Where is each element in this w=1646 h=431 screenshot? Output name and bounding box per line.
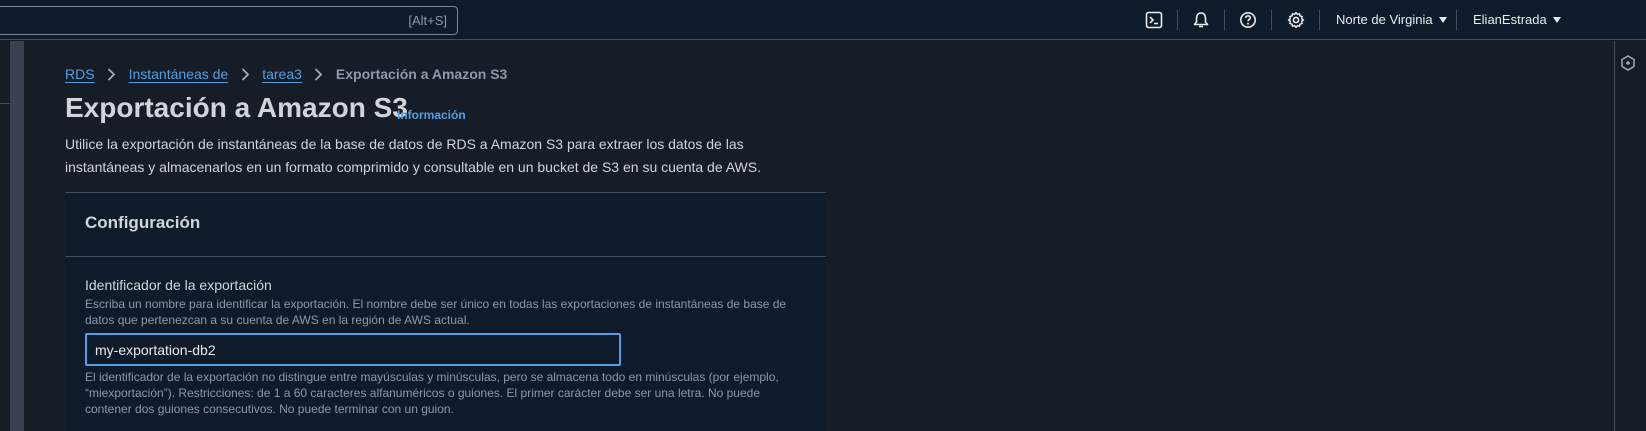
breadcrumb-link-rds[interactable]: RDS <box>65 66 95 82</box>
info-link[interactable]: Información <box>397 108 466 122</box>
export-id-input[interactable] <box>85 333 621 366</box>
chevron-right-icon <box>95 67 129 81</box>
help-icon[interactable] <box>1237 9 1259 31</box>
cloudshell-icon[interactable] <box>1143 9 1165 31</box>
settings-icon[interactable] <box>1285 9 1307 31</box>
export-id-label: Identificador de la exportación <box>85 277 272 293</box>
top-navigation: [Alt+S] Norte de Virginia ElianEstrada <box>0 0 1646 40</box>
page-description: Utilice la exportación de instantáneas d… <box>65 136 761 175</box>
chevron-right-icon <box>228 67 262 81</box>
export-id-constraint: El identificador de la exportación no di… <box>85 370 779 416</box>
user-menu[interactable]: ElianEstrada <box>1473 12 1561 27</box>
bell-icon[interactable] <box>1190 9 1212 31</box>
configuration-container: Configuración Identificador de la export… <box>65 192 826 431</box>
breadcrumb-link-snapshot[interactable]: tarea3 <box>262 66 302 82</box>
search-bar[interactable]: [Alt+S] <box>0 6 458 35</box>
page-title: Exportación a Amazon S3 <box>65 92 408 123</box>
region-label: Norte de Virginia <box>1336 12 1433 27</box>
user-label: ElianEstrada <box>1473 12 1547 27</box>
navigation-drawer-toggle[interactable] <box>10 41 24 431</box>
chevron-right-icon <box>302 67 336 81</box>
divider <box>0 103 10 104</box>
breadcrumb: RDS Instantáneas de tarea3 Exportación a… <box>65 65 507 83</box>
region-selector[interactable]: Norte de Virginia <box>1336 12 1447 27</box>
search-shortcut: [Alt+S] <box>408 13 447 28</box>
breadcrumb-link-snapshots[interactable]: Instantáneas de <box>129 66 229 82</box>
export-id-description: Escriba un nombre para identificar la ex… <box>85 297 787 327</box>
caret-down-icon <box>1552 16 1561 23</box>
right-rail <box>1614 41 1646 431</box>
caret-down-icon <box>1438 16 1447 23</box>
container-header: Configuración <box>65 193 826 257</box>
section-title: Configuración <box>85 213 201 232</box>
breadcrumb-current: Exportación a Amazon S3 <box>335 66 508 82</box>
tools-panel-icon[interactable] <box>1617 52 1639 74</box>
